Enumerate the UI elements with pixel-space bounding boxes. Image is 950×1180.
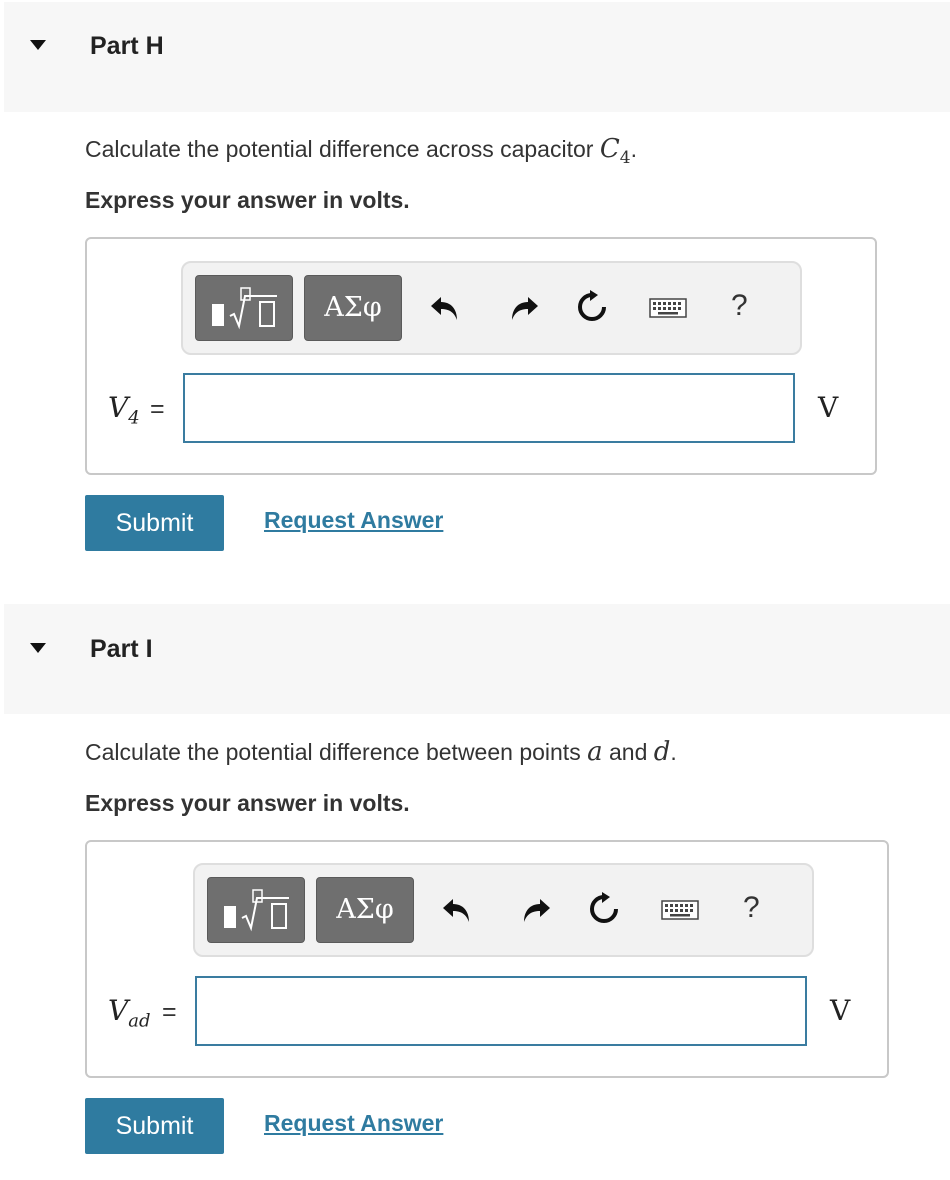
request-answer-link[interactable]: Request Answer xyxy=(264,1110,443,1137)
question-variable: a xyxy=(587,737,603,767)
instruction-text: Express your answer in volts. xyxy=(85,790,410,816)
variable-label: V4 xyxy=(108,391,140,429)
help-icon[interactable]: ? xyxy=(743,891,760,925)
templates-icon xyxy=(224,889,289,932)
question-prefix: Calculate the potential difference acros… xyxy=(85,136,600,162)
reset-icon[interactable] xyxy=(586,891,622,927)
answer-input[interactable] xyxy=(195,976,807,1046)
equals-sign: = xyxy=(150,395,165,423)
instruction-text: Express your answer in volts. xyxy=(85,187,410,213)
question-suffix: . xyxy=(630,136,637,162)
part-title: Part H xyxy=(90,32,164,60)
redo-icon[interactable] xyxy=(518,891,554,927)
question-text: Calculate the potential difference betwe… xyxy=(85,737,677,767)
undo-icon[interactable] xyxy=(427,289,463,325)
question-variable: d xyxy=(653,737,671,767)
answer-input[interactable] xyxy=(183,373,795,443)
reset-icon[interactable] xyxy=(574,289,610,325)
part-title: Part I xyxy=(90,635,153,663)
equals-sign: = xyxy=(162,998,177,1026)
question-mid: and xyxy=(602,739,654,765)
math-toolbar: ΑΣφ ? xyxy=(193,863,814,957)
caret-down-icon[interactable] xyxy=(30,643,46,653)
question-suffix: . xyxy=(670,739,677,765)
redo-icon[interactable] xyxy=(506,289,542,325)
greek-symbols-button[interactable]: ΑΣφ xyxy=(304,275,402,341)
templates-button[interactable] xyxy=(195,275,293,341)
question-variable: C4 xyxy=(599,134,631,169)
request-answer-link[interactable]: Request Answer xyxy=(264,507,443,534)
keyboard-icon[interactable] xyxy=(648,289,688,325)
question-text: Calculate the potential difference acros… xyxy=(85,134,637,168)
unit-label: V xyxy=(830,994,851,1027)
greek-symbols-button[interactable]: ΑΣφ xyxy=(316,877,414,943)
undo-icon[interactable] xyxy=(439,891,475,927)
templates-icon xyxy=(212,287,277,330)
submit-button[interactable]: Submit xyxy=(85,495,224,551)
math-toolbar: ΑΣφ ? xyxy=(181,261,802,355)
templates-button[interactable] xyxy=(207,877,305,943)
caret-down-icon[interactable] xyxy=(30,40,46,50)
question-prefix: Calculate the potential difference betwe… xyxy=(85,739,588,765)
help-icon[interactable]: ? xyxy=(731,289,748,323)
submit-button[interactable]: Submit xyxy=(85,1098,224,1154)
keyboard-icon[interactable] xyxy=(660,891,700,927)
unit-label: V xyxy=(818,391,839,424)
variable-label: Vad xyxy=(108,994,151,1032)
